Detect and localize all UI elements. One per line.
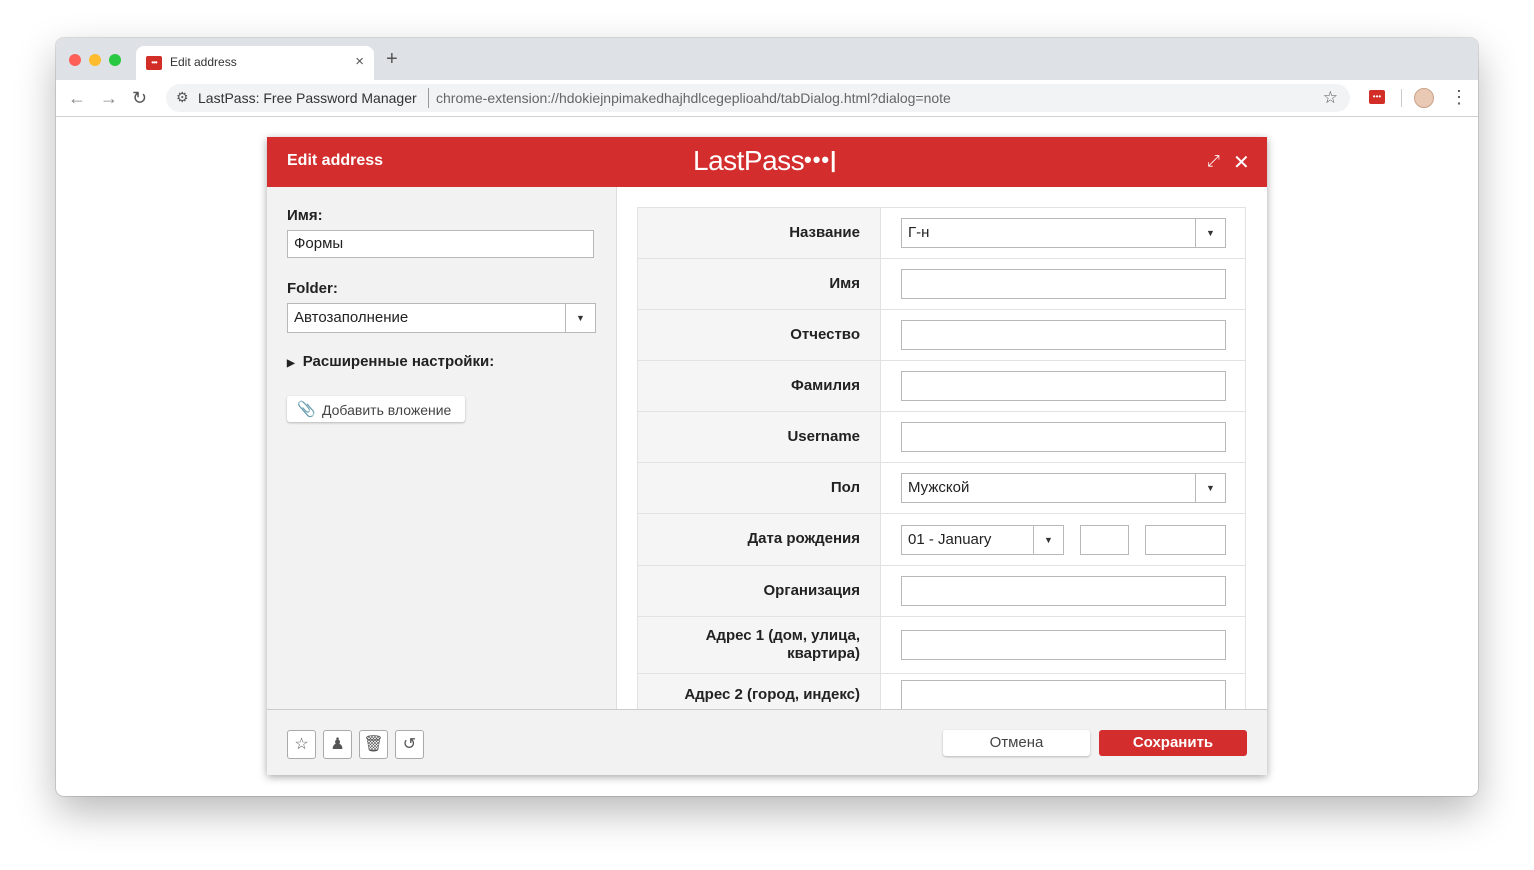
- name-label: Имя:: [287, 207, 323, 224]
- address1-label: Адрес 1 (дом, улица, квартира): [705, 627, 860, 662]
- title-label: Название: [789, 224, 860, 241]
- title-select-value: Г-н: [908, 224, 930, 241]
- left-panel: Имя: Формы Folder: Автозаполнение ▼ ▶ Рас…: [267, 187, 617, 709]
- form-row-middle-name: Отчество: [637, 309, 1246, 360]
- kebab-menu-icon[interactable]: ⋮: [1450, 85, 1468, 109]
- puzzle-icon: ⚙: [176, 89, 189, 105]
- close-window-button[interactable]: [69, 54, 81, 66]
- form-row-birthdate: Дата рождения 01 - January ▼: [637, 513, 1246, 565]
- lastpass-logo-dots: •••|: [804, 147, 838, 172]
- username-label: Username: [787, 428, 860, 445]
- middle-name-input[interactable]: [901, 320, 1226, 350]
- first-name-label: Имя: [829, 275, 860, 292]
- name-input[interactable]: Формы: [287, 230, 594, 258]
- cancel-button[interactable]: Отмена: [943, 730, 1090, 756]
- dialog-header: Edit address LastPass •••| ⤢ ✕: [267, 137, 1267, 187]
- company-input[interactable]: [901, 576, 1226, 606]
- star-icon[interactable]: ☆: [287, 730, 316, 759]
- form-row-company: Организация: [637, 565, 1246, 616]
- tab-title: Edit address: [170, 55, 237, 69]
- address2-input[interactable]: [901, 680, 1226, 709]
- history-icon[interactable]: ↺: [395, 730, 424, 759]
- form-row-title: Название Г-н ▼: [637, 207, 1246, 258]
- close-icon[interactable]: ✕: [1233, 150, 1250, 175]
- title-select[interactable]: Г-н ▼: [901, 218, 1226, 248]
- middle-name-label: Отчество: [790, 326, 860, 343]
- lastpass-extension-icon[interactable]: •••: [1369, 90, 1385, 104]
- address-bar[interactable]: ⚙ LastPass: Free Password Manager chrome…: [166, 84, 1350, 112]
- form-row-last-name: Фамилия: [637, 360, 1246, 411]
- address2-label: Адрес 2 (город, индекс): [684, 686, 860, 703]
- dialog-footer: ☆ ♟ 🗑 ↺ Отмена Сохранить: [267, 709, 1267, 775]
- folder-label: Folder:: [287, 280, 338, 297]
- expand-icon[interactable]: ⤢: [1207, 153, 1220, 171]
- gender-select-value: Мужской: [908, 479, 970, 496]
- profile-avatar[interactable]: [1414, 88, 1434, 108]
- birth-year-input[interactable]: [1145, 525, 1226, 555]
- form-row-username: Username: [637, 411, 1246, 462]
- advanced-settings-toggle[interactable]: ▶ Расширенные настройки:: [287, 353, 494, 370]
- birth-month-value: 01 - January: [908, 531, 992, 548]
- toolbar-divider: [1401, 89, 1402, 107]
- address-form-panel: Название Г-н ▼ Имя Отчество Фамилия User…: [617, 187, 1267, 709]
- save-button[interactable]: Сохранить: [1099, 730, 1247, 756]
- new-tab-button[interactable]: +: [386, 49, 398, 69]
- omnibox-divider: [428, 88, 429, 108]
- share-user-icon[interactable]: ♟: [323, 730, 352, 759]
- folder-select-value: Автозаполнение: [294, 309, 409, 326]
- add-attachment-button[interactable]: 📎 Добавить вложение: [287, 396, 465, 422]
- last-name-label: Фамилия: [791, 377, 860, 394]
- birthdate-label: Дата рождения: [747, 530, 860, 547]
- tab-close-icon[interactable]: ×: [355, 53, 364, 71]
- back-icon[interactable]: ←: [68, 86, 86, 110]
- username-input[interactable]: [901, 422, 1226, 452]
- form-row-address2: Адрес 2 (город, индекс): [637, 673, 1246, 709]
- caret-right-icon: ▶: [287, 358, 295, 369]
- gender-label: Пол: [830, 479, 860, 496]
- lastpass-favicon-icon: •••: [146, 56, 162, 70]
- minimize-window-button[interactable]: [89, 54, 101, 66]
- form-row-address1: Адрес 1 (дом, улица, квартира): [637, 616, 1246, 673]
- reload-icon[interactable]: ↻: [132, 86, 147, 110]
- chevron-down-icon[interactable]: ▼: [1195, 474, 1225, 502]
- paperclip-icon: 📎: [297, 401, 316, 418]
- zoom-window-button[interactable]: [109, 54, 121, 66]
- chevron-down-icon[interactable]: ▼: [565, 304, 595, 332]
- first-name-input[interactable]: [901, 269, 1226, 299]
- tab-strip: ••• Edit address × +: [56, 38, 1478, 80]
- folder-select[interactable]: Автозаполнение ▼: [287, 303, 596, 333]
- form-row-first-name: Имя: [637, 258, 1246, 309]
- dialog-title: Edit address: [287, 152, 384, 169]
- gender-select[interactable]: Мужской ▼: [901, 473, 1226, 503]
- trash-icon[interactable]: 🗑: [359, 730, 388, 759]
- chevron-down-icon[interactable]: ▼: [1033, 526, 1063, 554]
- address1-input[interactable]: [901, 630, 1226, 660]
- lastpass-logo: LastPass: [693, 145, 805, 176]
- browser-tab[interactable]: ••• Edit address ×: [136, 46, 374, 80]
- browser-toolbar: ← → ↻ ⚙ LastPass: Free Password Manager …: [56, 80, 1478, 117]
- birth-month-select[interactable]: 01 - January ▼: [901, 525, 1064, 555]
- form-row-gender: Пол Мужской ▼: [637, 462, 1246, 513]
- omnibox-origin: LastPass: Free Password Manager: [198, 90, 417, 106]
- add-attachment-label: Добавить вложение: [322, 402, 452, 418]
- birth-day-input[interactable]: [1080, 525, 1129, 555]
- advanced-settings-label: Расширенные настройки:: [302, 353, 495, 370]
- omnibox-url[interactable]: chrome-extension://hdokiejnpimakedhajhdl…: [436, 90, 951, 106]
- chevron-down-icon[interactable]: ▼: [1195, 219, 1225, 247]
- address-form: Название Г-н ▼ Имя Отчество Фамилия User…: [637, 207, 1246, 709]
- bookmark-star-icon[interactable]: ☆: [1323, 88, 1338, 108]
- forward-icon[interactable]: →: [100, 86, 118, 110]
- last-name-input[interactable]: [901, 371, 1226, 401]
- company-label: Организация: [763, 582, 861, 599]
- edit-address-dialog: Edit address LastPass •••| ⤢ ✕ Имя: Форм…: [267, 137, 1267, 775]
